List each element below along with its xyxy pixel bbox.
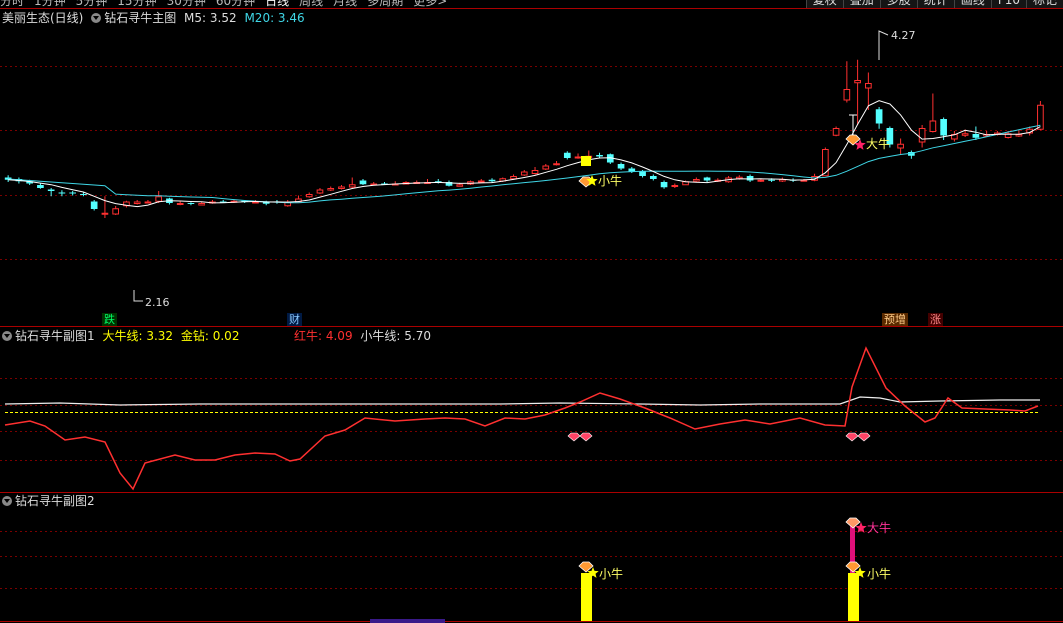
candle-body [768,179,775,181]
diamond-icon [845,561,861,573]
candle-body [553,163,560,166]
candle-body [252,201,259,204]
daniu-line-value: 大牛线: 3.32 [102,329,174,343]
dropdown-icon[interactable] [2,496,12,506]
candle-body [865,83,872,89]
candle-body [563,152,571,158]
candle-body [477,180,485,183]
candle-body [101,212,109,215]
candle-body [961,133,969,136]
red-diamond-icon [567,432,581,442]
sub1-title: 钻石寻牛副图1 大牛线: 3.32 金钻: 0.02 [2,329,239,343]
signal-square [581,156,591,166]
candle-body [144,201,152,204]
xiaoniu-bar [848,573,859,621]
candle-body [327,188,335,191]
candle-body [940,119,947,136]
candle-body [703,177,711,181]
candle-body [822,149,829,177]
high-marker [878,30,889,60]
event-zhang[interactable]: 涨 [928,313,943,326]
candle-body [187,203,195,204]
xiaoniu-line [4,396,1040,406]
candle-body [832,128,840,136]
candle-body [47,189,55,191]
candle-body [531,170,539,174]
high-price-label: 4.27 [891,29,916,42]
ma5-value: M5: 3.52 [184,11,237,25]
candle-body [133,201,141,204]
dropdown-icon[interactable] [2,331,12,341]
candle-body [488,179,496,182]
stock-name[interactable]: 美丽生态(日线) [2,11,83,25]
candle-body [918,128,926,143]
candle-body [972,134,980,138]
xiaoniu-signal-sub2-a: 小牛 [599,567,624,581]
candle-body [58,192,66,194]
event-die[interactable]: 跌 [102,313,117,326]
main-indicator-name[interactable]: 钻石寻牛主图 [104,11,176,25]
candle-body [929,120,937,132]
candle-body [875,109,883,124]
red-diamond-icon [857,432,871,442]
candle-body [305,194,313,198]
candle-body [348,184,356,188]
candle-body [520,171,528,176]
sub1-indicator-name[interactable]: 钻石寻牛副图1 [15,329,95,343]
candle-body [155,196,163,202]
candle-body [69,192,76,194]
candle-body [112,208,120,215]
candle-body [757,179,765,182]
sub1-title-right: 红牛: 4.09 小牛线: 5.70 [294,329,431,343]
sub2-title: 钻石寻牛副图2 [2,494,95,508]
candle-body [456,184,464,187]
xiaoniu-bar [581,573,592,621]
ma20-value: M20: 3.46 [244,11,305,25]
candle-body [692,179,700,182]
candle-body [649,176,657,179]
event-yuzeng[interactable]: 预增 [882,313,908,326]
red-diamond-icon [845,432,859,442]
candle-body [617,164,625,169]
candle-body [90,201,98,209]
candle-body [854,80,861,84]
candle-body [198,203,206,206]
scrollbar-thumb [370,619,445,623]
candle-body [338,186,345,189]
candle-body [746,176,754,181]
sub2-indicator-name[interactable]: 钻石寻牛副图2 [15,494,95,508]
hongniu-value: 红牛: 4.09 [294,329,353,343]
daniu-signal-sub2: 大牛 [867,521,892,535]
jinzuan-value: 金钻: 0.02 [180,329,240,343]
dropdown-icon[interactable] [91,13,102,23]
low-price-label: 2.16 [145,296,170,309]
red-diamond-icon [579,432,593,442]
candle-body [510,176,517,180]
candle-body [176,203,184,205]
candle-body [660,182,668,188]
daniu-signal-main: 大牛 [866,137,891,151]
candle-body [897,143,904,149]
xiaoniu-signal-main: 小牛 [598,174,623,188]
candle-body [671,185,679,187]
xiaoniu-signal-sub2-b: 小牛 [867,567,892,581]
candle-body [80,194,87,195]
candle-body [843,89,851,101]
candle-body [316,189,324,194]
main-panel-title: 美丽生态(日线) 钻石寻牛主图 M5: 3.52 M20: 3.46 [2,11,305,25]
candle-body [359,180,367,185]
event-cai[interactable]: 财 [287,313,302,326]
candle-body [542,165,550,170]
candle-body [639,171,646,176]
candle-body [596,155,603,157]
xiaoniu-line-value: 小牛线: 5.70 [360,329,431,343]
low-marker [133,290,143,302]
ma5-line [8,100,1041,208]
candle-body [574,156,582,159]
candle-body [37,185,44,188]
kline-chart [0,8,1063,623]
hongniu-line [4,346,1039,491]
diamond-icon [578,561,594,573]
